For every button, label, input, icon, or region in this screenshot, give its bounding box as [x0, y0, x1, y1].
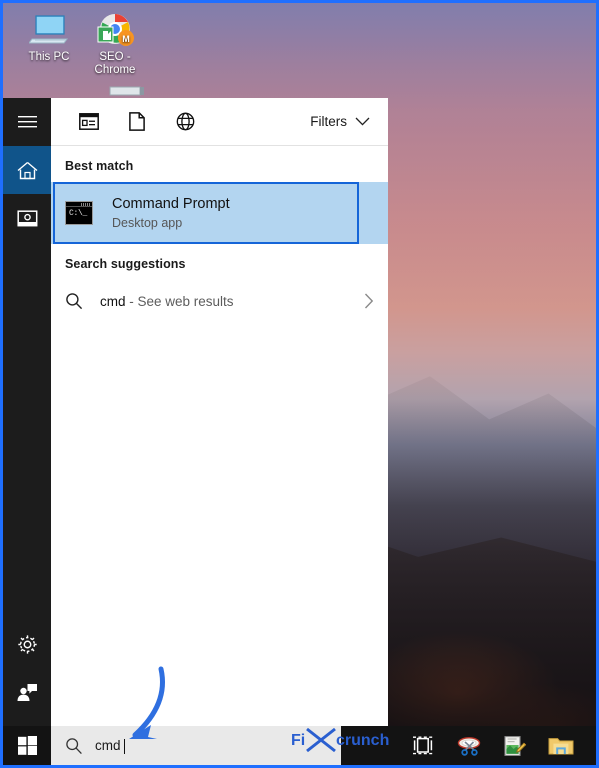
- text-caret: [123, 739, 125, 754]
- desktop-icon-this-pc[interactable]: This PC: [13, 9, 85, 64]
- search-input-value: cmd: [95, 738, 121, 753]
- desktop-icon-seo-chrome[interactable]: M SEO - Chrome: [79, 9, 151, 77]
- window-list-icon: [79, 113, 99, 130]
- watermark-text-right: crunch: [336, 732, 389, 749]
- person-feedback-icon: [16, 683, 38, 702]
- task-view-button[interactable]: [400, 726, 446, 765]
- picture-icon: [16, 209, 38, 228]
- search-icon: [65, 737, 83, 755]
- search-suggestion-text: cmd - See web results: [100, 294, 234, 309]
- globe-icon: [176, 112, 195, 131]
- best-match-subtitle: Desktop app: [112, 216, 183, 230]
- search-suggestion-item[interactable]: cmd - See web results: [51, 280, 388, 322]
- hamburger-icon: [17, 115, 37, 129]
- svg-text:M: M: [122, 34, 130, 44]
- document-icon: [129, 112, 145, 131]
- watermark-text-left: Fi: [291, 732, 305, 749]
- rail-item-home[interactable]: [3, 146, 51, 194]
- search-suggestion-suffix: - See web results: [125, 293, 234, 309]
- toolbar-item-all[interactable]: [65, 98, 113, 146]
- command-prompt-icon: C:\_: [65, 201, 93, 225]
- chevron-down-icon: [355, 117, 370, 126]
- file-explorer-button[interactable]: [538, 726, 584, 765]
- best-match-title: Command Prompt: [112, 196, 230, 212]
- search-results-content: Filters Best match C:\_ Command Prompt D…: [51, 98, 388, 726]
- rail-item-pictures[interactable]: [3, 194, 51, 242]
- search-suggestion-query: cmd: [100, 293, 126, 309]
- best-match-heading: Best match: [65, 159, 134, 173]
- rail-item-settings[interactable]: [3, 620, 51, 668]
- taskbar-buttons: [400, 726, 584, 765]
- rail-item-feedback[interactable]: [3, 668, 51, 716]
- desktop-icon-label: This PC: [28, 51, 70, 63]
- windows-logo-icon: [17, 736, 37, 755]
- start-button[interactable]: [3, 726, 51, 765]
- toolbar-item-web[interactable]: [161, 98, 209, 146]
- watermark-fixcrunch: Fi crunch: [291, 727, 389, 753]
- sticky-notes-button[interactable]: [492, 726, 538, 765]
- folder-icon: [548, 735, 574, 756]
- search-input[interactable]: cmd: [95, 738, 125, 754]
- chrome-icon: M: [79, 9, 151, 51]
- scissors-icon: [456, 735, 482, 757]
- notes-pencil-icon: [503, 735, 527, 757]
- chevron-right-icon[interactable]: [364, 293, 374, 309]
- screenshot-frame: This PC M SEO - Chrome Filters Best matc…: [0, 0, 599, 768]
- filters-label: Filters: [310, 114, 347, 129]
- snipping-tool-button[interactable]: [446, 726, 492, 765]
- home-icon: [17, 161, 38, 180]
- desktop-icon-label-line2: Chrome: [94, 64, 136, 76]
- gear-icon: [17, 634, 38, 655]
- toolbar-item-documents[interactable]: [113, 98, 161, 146]
- search-icon: [65, 292, 83, 310]
- monitor-icon: [13, 9, 85, 51]
- start-menu-rail: [3, 98, 51, 726]
- filters-button[interactable]: Filters: [310, 114, 388, 129]
- rail-item-hamburger[interactable]: [3, 98, 51, 146]
- start-search-panel: Filters Best match C:\_ Command Prompt D…: [3, 98, 388, 726]
- partial-icon: [91, 81, 163, 99]
- task-view-icon: [412, 736, 434, 755]
- best-match-result[interactable]: C:\_ Command Prompt Desktop app: [51, 182, 388, 244]
- desktop-icon-partial[interactable]: [91, 81, 163, 99]
- search-toolbar: Filters: [51, 98, 388, 146]
- search-suggestions-heading: Search suggestions: [65, 257, 186, 271]
- desktop-icon-label-line1: SEO -: [99, 51, 131, 63]
- command-prompt-icon-text: C:\_: [69, 209, 88, 218]
